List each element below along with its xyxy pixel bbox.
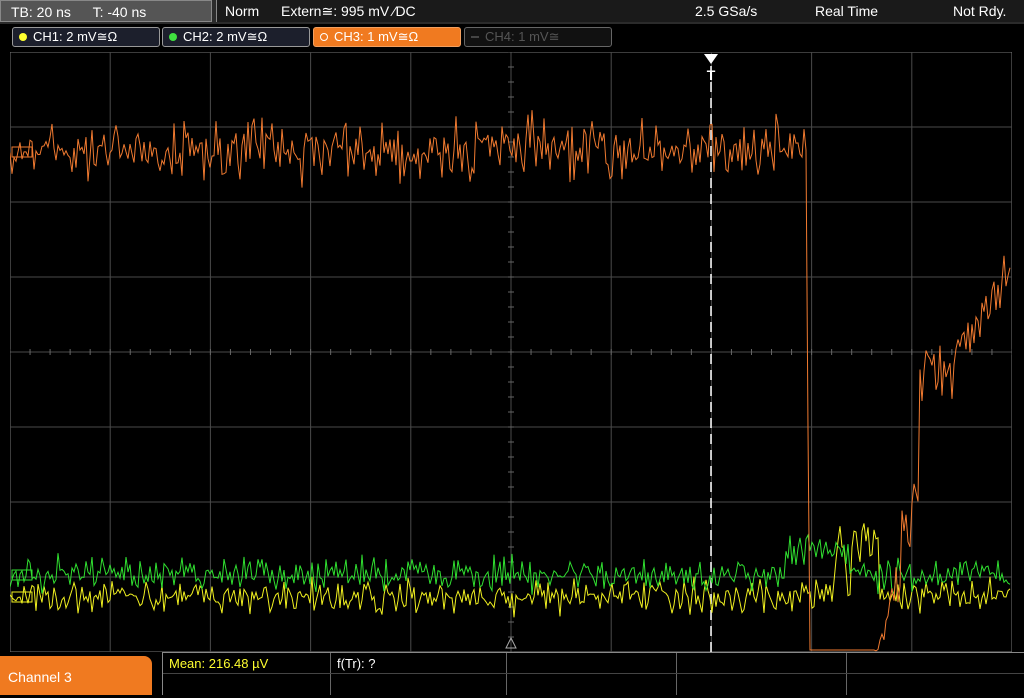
- trigger-mode: Norm: [225, 3, 260, 19]
- ch4-dot-icon: [471, 36, 479, 38]
- measurement-divider: [163, 673, 1024, 674]
- ch3-dot-icon: [320, 33, 328, 41]
- mean-measurement[interactable]: Mean: 216.48 µV: [163, 653, 331, 695]
- measurement-slot-5[interactable]: [847, 653, 1024, 695]
- ch3-label: CH3: 1 mV≅Ω: [334, 29, 419, 44]
- acquisition-state: Not Rdy.: [953, 3, 1007, 19]
- ch4-label: CH4: 1 mV≅: [485, 29, 560, 44]
- waveform-display[interactable]: T: [10, 52, 1012, 652]
- sample-rate: 2.5 GSa/s: [695, 3, 758, 19]
- trigger-source: Extern≅: 995 mV ⁄DC: [281, 3, 416, 19]
- ch2-label: CH2: 2 mV≅Ω: [183, 29, 268, 44]
- tab-ch3[interactable]: CH3: 1 mV≅Ω: [313, 27, 461, 47]
- channel-tabs: CH1: 2 mV≅Ω CH2: 2 mV≅Ω CH3: 1 mV≅Ω CH4:…: [0, 24, 1024, 50]
- channel-selector[interactable]: Channel 3: [0, 656, 152, 695]
- frequency-measurement[interactable]: f(Tr): ?: [331, 653, 507, 695]
- tab-ch1[interactable]: CH1: 2 mV≅Ω: [12, 27, 160, 47]
- measurement-panel: Mean: 216.48 µV f(Tr): ?: [162, 652, 1024, 695]
- measurement-slot-3[interactable]: [507, 653, 677, 695]
- time-offset-label: T: -40 ns: [92, 4, 147, 20]
- tab-ch4[interactable]: CH4: 1 mV≅: [464, 27, 612, 47]
- timebase-label: TB: 20 ns: [11, 4, 71, 20]
- trigger-marker-label: T: [707, 67, 716, 83]
- acquisition-mode: Real Time: [815, 3, 879, 19]
- tab-ch2[interactable]: CH2: 2 mV≅Ω: [162, 27, 310, 47]
- ch1-label: CH1: 2 mV≅Ω: [33, 29, 118, 44]
- ch1-dot-icon: [19, 33, 27, 41]
- timebase-box[interactable]: TB: 20 ns T: -40 ns: [0, 0, 212, 22]
- status-bar: TB: 20 ns T: -40 ns Norm Extern≅: 995 mV…: [0, 0, 1024, 24]
- acquisition-info[interactable]: Norm Extern≅: 995 mV ⁄DC 2.5 GSa/s Real …: [216, 0, 1024, 22]
- ch2-dot-icon: [169, 33, 177, 41]
- measurement-slot-4[interactable]: [677, 653, 847, 695]
